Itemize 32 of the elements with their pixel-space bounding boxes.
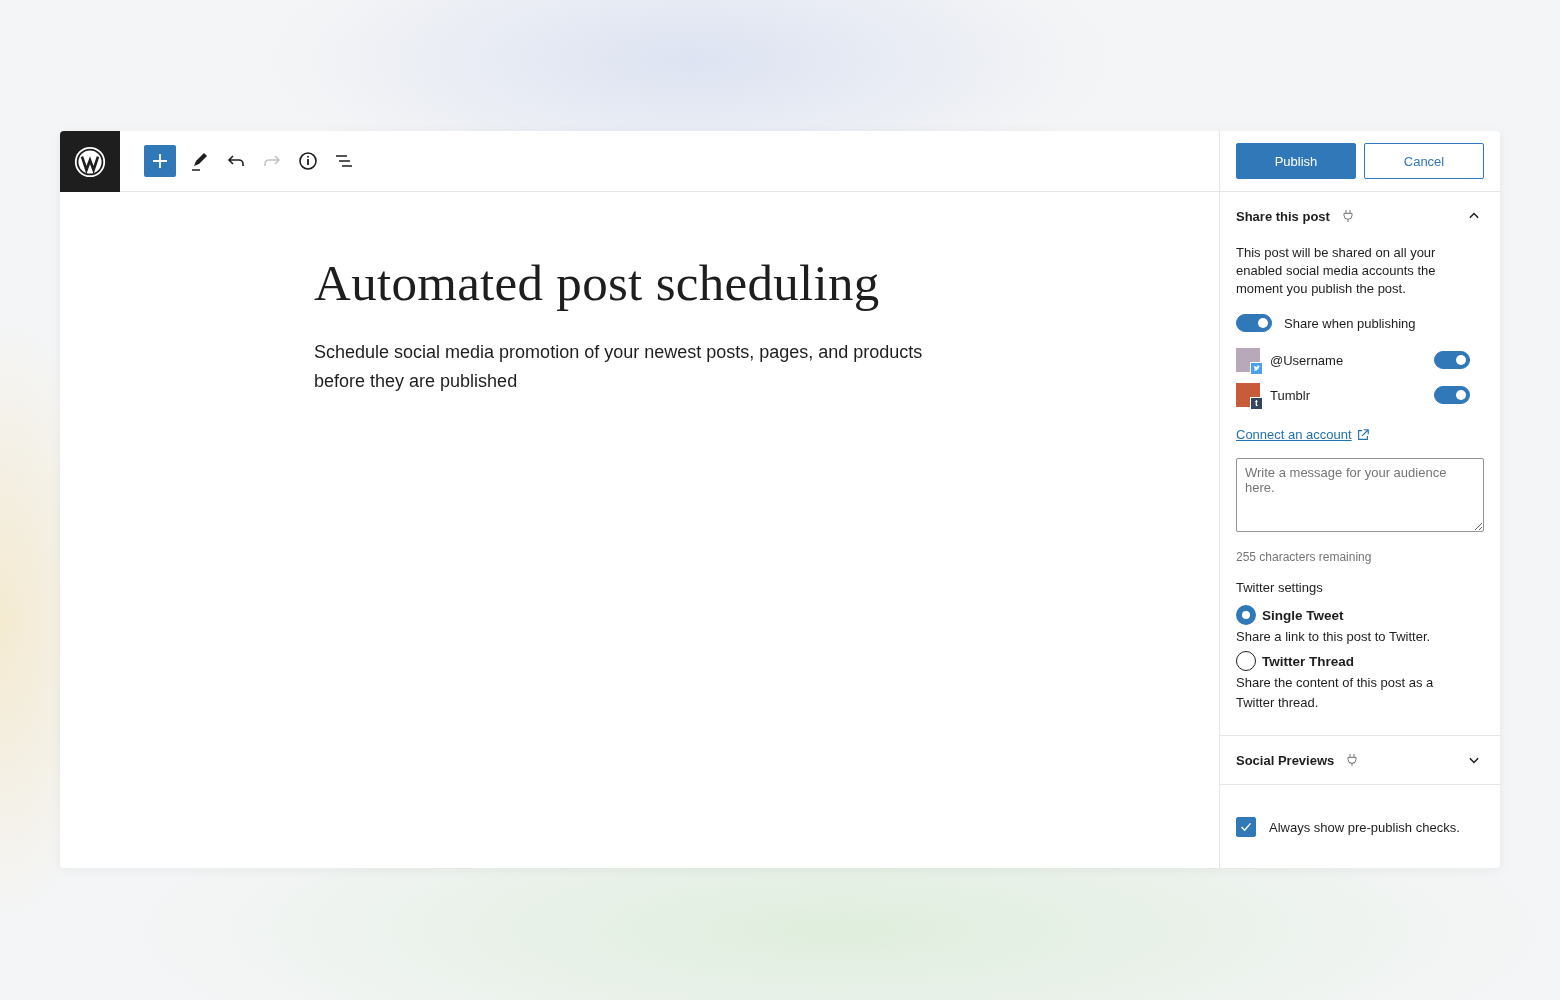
- post-title[interactable]: Automated post scheduling: [314, 254, 1219, 312]
- external-link-icon: [1355, 427, 1370, 442]
- characters-remaining: 255 characters remaining: [1236, 550, 1373, 564]
- connect-account-link[interactable]: Connect an account: [1236, 427, 1370, 442]
- message-field[interactable]: Write a message for your audience here.: [1236, 458, 1484, 532]
- twitter-settings-label: Twitter settings: [1236, 580, 1324, 595]
- radio-button[interactable]: [1236, 605, 1256, 625]
- toggle-switch[interactable]: [1434, 386, 1470, 404]
- wordpress-logo[interactable]: [60, 131, 120, 192]
- checkbox-label: Always show pre-publish checks.: [1269, 819, 1460, 835]
- platform-badge: t: [1250, 397, 1263, 410]
- cancel-button[interactable]: Cancel: [1364, 143, 1484, 179]
- bird-badge-icon: [1250, 362, 1263, 375]
- account-name: @Username: [1270, 352, 1344, 368]
- share-description: This post will be shared on all your enabled social media accounts the moment you publish the post.: [1236, 244, 1437, 298]
- option-description: Share the content of this post as a Twitter thread.: [1236, 674, 1435, 712]
- social-previews-header[interactable]: Social Previews: [1220, 736, 1500, 784]
- checkbox[interactable]: [1236, 817, 1256, 837]
- account-name: Tumblr: [1270, 387, 1310, 403]
- toggle-switch[interactable]: [1434, 351, 1470, 369]
- info-icon: [296, 149, 320, 173]
- add-block-button[interactable]: [144, 145, 176, 177]
- toggle-label: Share when publishing: [1284, 315, 1416, 331]
- share-panel-header[interactable]: Share this post: [1220, 192, 1500, 240]
- radio-label[interactable]: Single Tweet: [1262, 607, 1344, 623]
- post-paragraph[interactable]: Schedule social media promotion of your newest posts, pages, and products before they are published: [314, 338, 934, 396]
- option-description: Share a link to this post to Twitter.: [1236, 628, 1432, 646]
- radio-label[interactable]: Twitter Thread: [1262, 653, 1354, 669]
- info-button[interactable]: [296, 149, 320, 173]
- toggle-switch[interactable]: [1236, 314, 1272, 332]
- publish-button[interactable]: Publish: [1236, 143, 1356, 179]
- wordpress-icon: [74, 145, 106, 178]
